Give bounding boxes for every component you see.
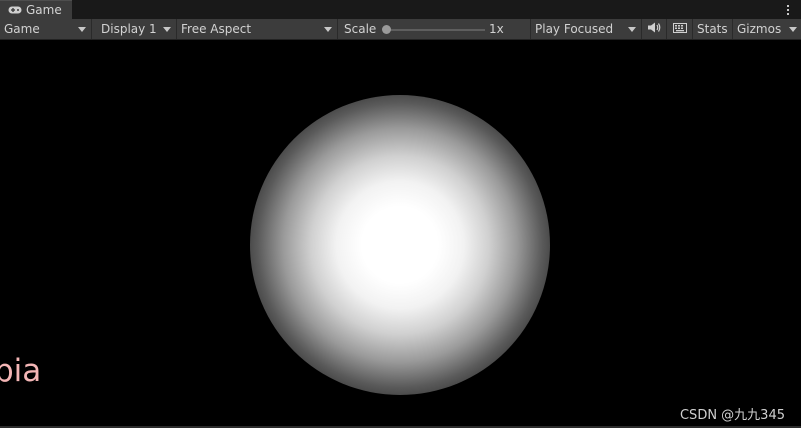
display-select-label: Display 1	[101, 22, 157, 36]
chevron-down-icon	[324, 27, 332, 32]
play-mode-select[interactable]: Play Focused	[531, 19, 642, 39]
keyboard-icon	[673, 22, 687, 36]
tab-game[interactable]: Game	[0, 0, 72, 19]
tab-bar: Game	[0, 0, 801, 19]
view-select-label: Game	[4, 22, 40, 36]
tab-label: Game	[26, 3, 62, 17]
chevron-down-icon	[628, 27, 636, 32]
aspect-select[interactable]: Free Aspect	[177, 19, 338, 39]
gizmos-label: Gizmos	[737, 22, 782, 36]
keyboard-shortcuts-button[interactable]	[667, 19, 693, 39]
stats-button[interactable]: Stats	[693, 19, 733, 39]
scale-value: 1x	[489, 22, 504, 36]
play-mode-label: Play Focused	[535, 22, 614, 36]
game-viewport[interactable]: bia CSDN @九九345	[0, 40, 801, 426]
scale-slider-thumb[interactable]	[382, 25, 391, 34]
chevron-down-icon	[789, 27, 797, 32]
light-glow	[250, 95, 550, 395]
scale-slider-track[interactable]	[385, 29, 485, 31]
mute-audio-button[interactable]	[642, 19, 667, 39]
chevron-down-icon	[78, 27, 86, 32]
watermark: CSDN @九九345	[679, 408, 785, 423]
view-select[interactable]: Game	[0, 19, 92, 39]
aspect-select-label: Free Aspect	[181, 22, 252, 36]
speaker-icon	[648, 22, 661, 36]
gamepad-icon	[8, 5, 22, 15]
stats-label: Stats	[697, 22, 728, 36]
gizmos-button[interactable]: Gizmos	[733, 19, 801, 39]
partial-game-text: bia	[0, 353, 42, 389]
display-select[interactable]: Display 1	[92, 19, 177, 39]
scale-label: Scale	[344, 22, 377, 36]
kebab-menu-icon[interactable]	[781, 2, 795, 17]
chevron-down-icon	[163, 27, 171, 32]
